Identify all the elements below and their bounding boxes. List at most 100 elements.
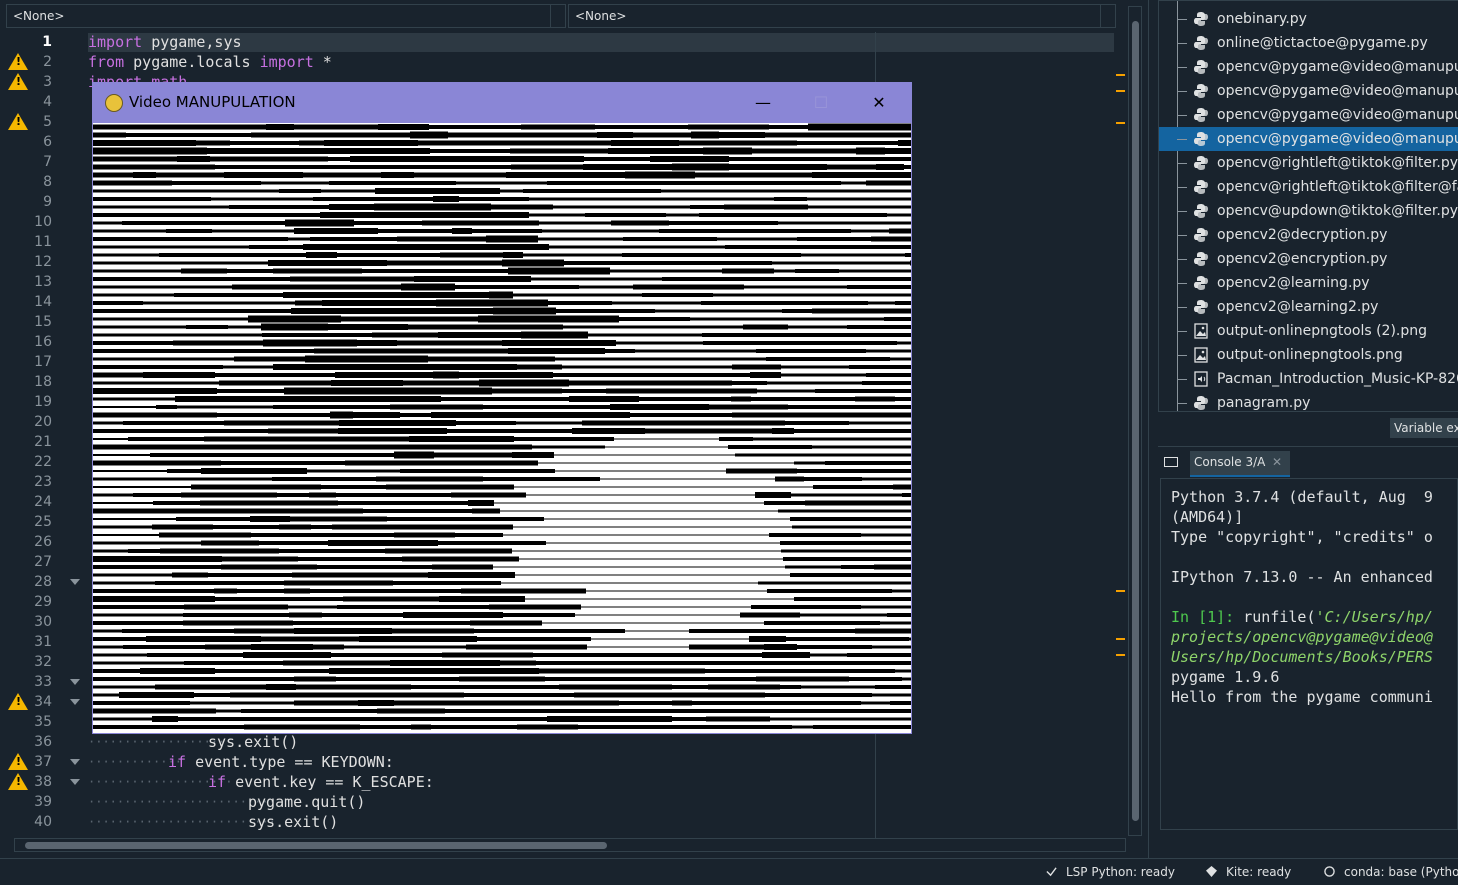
fold-arrow-icon[interactable] xyxy=(70,759,80,765)
kite-icon xyxy=(1206,866,1217,877)
tree-item[interactable]: opencv@rightleft@tiktok@filter@fas xyxy=(1159,175,1458,199)
warning-icon[interactable] xyxy=(8,753,28,770)
warning-marker[interactable] xyxy=(1116,74,1125,76)
tree-item[interactable]: opencv2@encryption.py xyxy=(1159,247,1458,271)
fold-arrow-icon[interactable] xyxy=(70,779,80,785)
python-icon xyxy=(1194,276,1208,290)
tree-item-label: opencv2@learning2.py xyxy=(1217,299,1379,315)
tree-item[interactable]: opencv@pygame@video@manupula xyxy=(1159,127,1458,151)
python-icon xyxy=(1194,252,1208,266)
code-text: event.key == K_ESCAPE: xyxy=(226,773,434,791)
window-titlebar[interactable]: Video MANUPULATION — ☐ ✕ xyxy=(93,83,911,123)
tree-item[interactable]: online@tictactoe@pygame.py xyxy=(1159,31,1458,55)
tab-variable-explorer[interactable]: Variable ex xyxy=(1390,418,1458,438)
line-number-gutter[interactable]: 1234567891011121314151617181920212223242… xyxy=(4,32,84,838)
tree-item[interactable]: opencv2@learning.py xyxy=(1159,271,1458,295)
line-number: 7 xyxy=(43,154,52,170)
python-icon xyxy=(1194,36,1208,50)
status-bar: LSP Python: ready Kite: ready conda: bas… xyxy=(0,858,1458,885)
python-icon xyxy=(1194,180,1208,194)
tree-item[interactable]: opencv2@decryption.py xyxy=(1159,223,1458,247)
tree-item[interactable]: opencv@rightleft@tiktok@filter.py xyxy=(1159,151,1458,175)
warning-icon[interactable] xyxy=(8,53,28,70)
tree-branch-line xyxy=(1177,355,1187,356)
method-selector-combo[interactable]: <None> xyxy=(568,4,1116,28)
python-icon xyxy=(1194,108,1208,122)
vertical-scrollbar[interactable] xyxy=(1128,6,1142,836)
file-explorer[interactable]: onebinary.py online@tictactoe@pygame.py op… xyxy=(1158,0,1458,412)
pygame-snake-icon xyxy=(105,94,123,112)
class-selector-combo[interactable]: <None> xyxy=(6,4,566,28)
minimize-button[interactable]: — xyxy=(734,83,792,123)
warning-icon[interactable] xyxy=(8,693,28,710)
console-line: projects/opencv@pygame@video@ xyxy=(1171,628,1433,646)
horizontal-scrollbar[interactable] xyxy=(14,838,1126,852)
tree-branch-line xyxy=(1177,91,1187,92)
close-button[interactable]: ✕ xyxy=(850,83,908,123)
window-title: Video MANUPULATION xyxy=(129,93,296,111)
warning-icon[interactable] xyxy=(8,773,28,790)
line-number: 13 xyxy=(34,274,52,290)
close-icon[interactable]: ✕ xyxy=(1272,455,1282,469)
lsp-icon xyxy=(1046,867,1057,877)
maximize-button[interactable]: ☐ xyxy=(792,83,850,123)
tree-item[interactable]: opencv@pygame@video@manupula xyxy=(1159,79,1458,103)
fold-arrow-icon[interactable] xyxy=(70,579,80,585)
scrollbar-thumb[interactable] xyxy=(1132,21,1139,821)
python-icon xyxy=(1194,204,1208,218)
scrollbar-thumb[interactable] xyxy=(25,842,607,849)
code-text: pygame.locals xyxy=(124,53,260,71)
tab-console[interactable]: Console 3/A ✕ xyxy=(1190,451,1290,477)
pane-splitter[interactable] xyxy=(1148,0,1158,858)
console-input-line: In [1]: runfile('C:/Users/hp/ xyxy=(1171,607,1433,627)
fold-arrow-icon[interactable] xyxy=(70,699,80,705)
warning-marker[interactable] xyxy=(1116,654,1125,656)
tree-branch-line xyxy=(1177,307,1187,308)
line-number: 31 xyxy=(34,634,52,650)
line-number: 15 xyxy=(34,314,52,330)
warning-marker[interactable] xyxy=(1116,90,1125,92)
keyword: import xyxy=(88,33,143,51)
warning-icon[interactable] xyxy=(8,113,28,130)
tree-branch-line xyxy=(1177,115,1187,116)
tree-item[interactable]: output-onlinepngtools (2).png xyxy=(1159,319,1458,343)
line-number: 9 xyxy=(43,194,52,210)
tree-item-label: opencv@pygame@video@manupula xyxy=(1217,107,1458,123)
line-number: 19 xyxy=(34,394,52,410)
image-icon xyxy=(1194,323,1208,339)
line-number: 12 xyxy=(34,254,52,270)
chevron-down-icon[interactable] xyxy=(1100,5,1115,27)
line-number: 36 xyxy=(34,734,52,750)
warning-icon[interactable] xyxy=(8,73,28,90)
ipython-console[interactable]: Python 3.7.4 (default, Aug 9 (AMD64)] Ty… xyxy=(1160,478,1458,830)
tree-item[interactable]: opencv@pygame@video@manupula xyxy=(1159,55,1458,79)
tree-item[interactable]: Pacman_Introduction_Music-KP-8263 xyxy=(1159,367,1458,391)
tree-item-label: onebinary.py xyxy=(1217,11,1307,27)
tree-item-label: online@tictactoe@pygame.py xyxy=(1217,35,1428,51)
python-icon xyxy=(1194,156,1208,170)
console-tab-bar: Console 3/A ✕ xyxy=(1158,446,1458,477)
fold-arrow-icon[interactable] xyxy=(70,679,80,685)
line-number: 24 xyxy=(34,494,52,510)
folder-icon[interactable] xyxy=(1164,457,1178,467)
chevron-down-icon[interactable] xyxy=(550,5,565,27)
tree-item[interactable]: panagram.py xyxy=(1159,391,1458,411)
tree-item-label: opencv@pygame@video@manupula xyxy=(1217,59,1458,75)
warning-marker[interactable] xyxy=(1116,590,1125,592)
tree-item-label: opencv2@decryption.py xyxy=(1217,227,1388,243)
audio-icon xyxy=(1194,371,1208,387)
tree-item[interactable]: opencv@updown@tiktok@filter.py xyxy=(1159,199,1458,223)
pygame-window[interactable]: Video MANUPULATION — ☐ ✕ xyxy=(93,83,911,733)
code-text: event.type == KEYDOWN: xyxy=(186,753,394,771)
line-number: 11 xyxy=(34,234,52,250)
tree-item[interactable]: opencv@pygame@video@manupula xyxy=(1159,103,1458,127)
warning-marker[interactable] xyxy=(1116,638,1125,640)
tree-item-label: opencv@pygame@video@manupula xyxy=(1217,131,1458,147)
tree-item[interactable]: onebinary.py xyxy=(1159,7,1458,31)
tree-item[interactable]: opencv2@learning2.py xyxy=(1159,295,1458,319)
console-line: pygame 1.9.6 xyxy=(1171,668,1280,686)
tree-branch-line xyxy=(1177,187,1187,188)
warning-marker[interactable] xyxy=(1116,122,1125,124)
tree-item[interactable]: output-onlinepngtools.png xyxy=(1159,343,1458,367)
code-text: * xyxy=(313,53,332,71)
